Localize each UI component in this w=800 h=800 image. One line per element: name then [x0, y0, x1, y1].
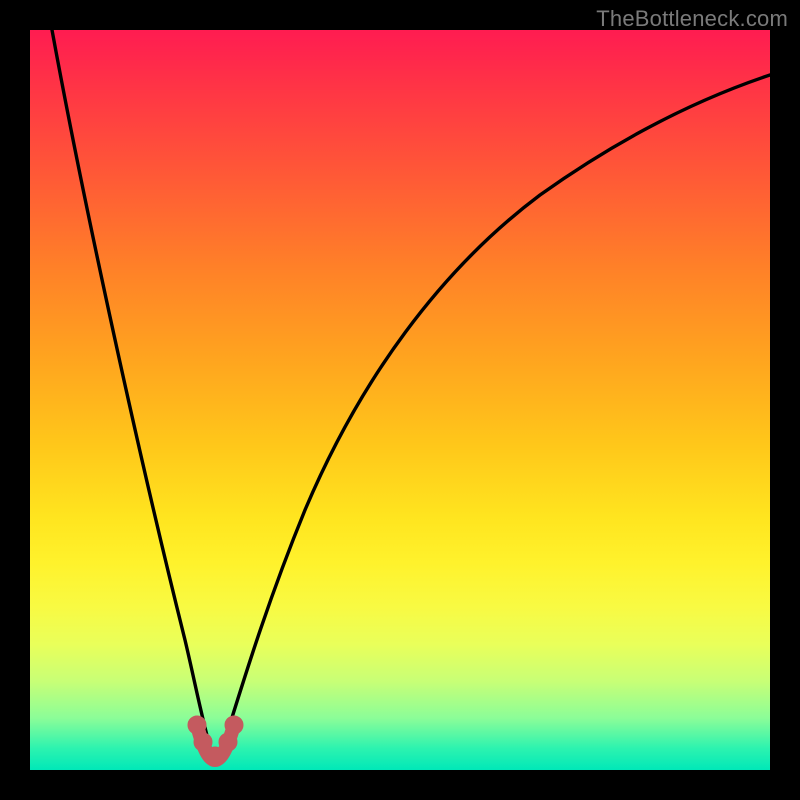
- marker-cluster: [188, 716, 243, 765]
- plot-area: [30, 30, 770, 770]
- chart-svg-layer: [30, 30, 770, 770]
- outer-frame: TheBottleneck.com: [0, 0, 800, 800]
- marker-connector: [197, 725, 234, 760]
- attribution-label: TheBottleneck.com: [596, 6, 788, 32]
- bottleneck-curve-left: [52, 30, 213, 758]
- bottleneck-curve-right: [218, 75, 770, 762]
